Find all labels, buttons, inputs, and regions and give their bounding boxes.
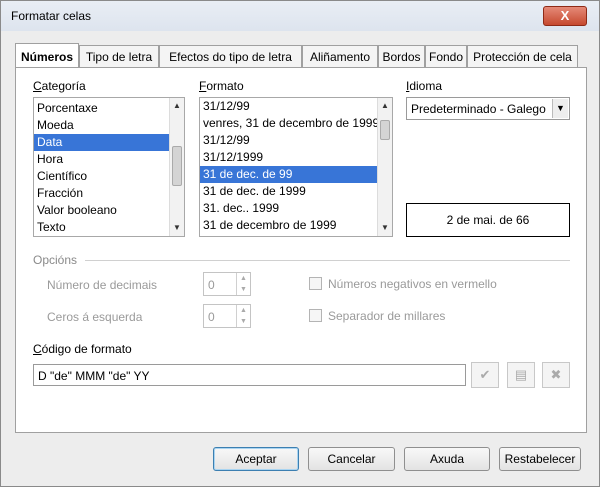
cancel-button[interactable]: Cancelar bbox=[308, 447, 395, 471]
delete-icon[interactable]: ✖ bbox=[542, 362, 570, 388]
help-button[interactable]: Axuda bbox=[404, 447, 490, 471]
decimais-stepper[interactable]: 0 ▲ ▼ bbox=[203, 272, 251, 296]
separador-checkbox[interactable] bbox=[309, 309, 322, 322]
formato-list-item[interactable]: 31. decembro 1999 bbox=[200, 234, 377, 236]
formato-scrollbar[interactable]: ▲ ▼ bbox=[377, 98, 392, 236]
categoria-list-item[interactable]: Fracción bbox=[34, 185, 169, 202]
idioma-dropdown[interactable]: Predeterminado - Galego ▼ bbox=[406, 97, 570, 120]
negativos-label: Números negativos en vermello bbox=[328, 277, 497, 291]
idioma-label: Idioma bbox=[406, 79, 443, 93]
scroll-down-icon[interactable]: ▼ bbox=[378, 221, 392, 235]
idioma-value: Predeterminado - Galego bbox=[411, 102, 546, 116]
formato-list[interactable]: 31/12/99 venres, 31 de decembro de 1999 31… bbox=[199, 97, 393, 237]
formato-list-item[interactable]: 31/12/1999 bbox=[200, 149, 377, 166]
formato-list-item[interactable]: 31/12/99 bbox=[200, 132, 377, 149]
chevron-down-icon[interactable]: ▼ bbox=[552, 99, 568, 118]
check-icon[interactable]: ✔ bbox=[471, 362, 499, 388]
section-divider bbox=[85, 260, 570, 261]
scroll-up-icon[interactable]: ▲ bbox=[378, 99, 392, 113]
categoria-list-item[interactable]: Hora bbox=[34, 151, 169, 168]
ceros-value: 0 bbox=[208, 310, 215, 324]
categoria-list-item[interactable]: Data bbox=[34, 134, 169, 151]
ceros-stepper[interactable]: 0 ▲ ▼ bbox=[203, 304, 251, 328]
categoria-list-item[interactable]: Moeda bbox=[34, 117, 169, 134]
tab-numeros[interactable]: Números bbox=[15, 43, 79, 68]
decrement-icon[interactable]: ▼ bbox=[237, 316, 250, 327]
window-title: Formatar celas bbox=[11, 9, 92, 23]
decimais-label: Número de decimais bbox=[47, 278, 158, 292]
tab-efectos[interactable]: Efectos do tipo de letra bbox=[159, 45, 302, 68]
tab-proteccion[interactable]: Protección de cela bbox=[467, 45, 578, 68]
decrement-icon[interactable]: ▼ bbox=[237, 284, 250, 295]
categoria-scrollbar[interactable]: ▲ ▼ bbox=[169, 98, 184, 236]
codigo-label: Código de formato bbox=[33, 342, 132, 356]
opcions-section-label: Opcións bbox=[33, 253, 78, 267]
formato-list-item[interactable]: 31 de dec. de 1999 bbox=[200, 183, 377, 200]
formato-list-item[interactable]: venres, 31 de decembro de 1999 bbox=[200, 115, 379, 132]
format-code-value: D "de" MMM "de" YY bbox=[38, 369, 150, 383]
formato-list-item[interactable]: 31 de decembro de 1999 bbox=[200, 217, 377, 234]
decimais-value: 0 bbox=[208, 278, 215, 292]
formato-list-item[interactable]: 31. dec.. 1999 bbox=[200, 200, 377, 217]
close-button[interactable]: X bbox=[543, 6, 587, 26]
tab-fondo[interactable]: Fondo bbox=[425, 45, 467, 68]
tab-alinamento[interactable]: Aliñamento bbox=[302, 45, 378, 68]
negativos-checkbox[interactable] bbox=[309, 277, 322, 290]
comment-icon[interactable]: ▤ bbox=[507, 362, 535, 388]
separador-label: Separador de millares bbox=[328, 309, 446, 323]
tab-bordos[interactable]: Bordos bbox=[378, 45, 425, 68]
scroll-down-icon[interactable]: ▼ bbox=[170, 221, 184, 235]
scroll-thumb[interactable] bbox=[172, 146, 182, 186]
ok-button[interactable]: Aceptar bbox=[213, 447, 299, 471]
format-code-input[interactable]: D "de" MMM "de" YY bbox=[33, 364, 466, 386]
format-preview: 2 de mai. de 66 bbox=[406, 203, 570, 237]
ceros-label: Ceros á esquerda bbox=[47, 310, 143, 324]
categoria-label: Categoría bbox=[33, 79, 86, 93]
increment-icon[interactable]: ▲ bbox=[237, 305, 250, 316]
categoria-list-item[interactable]: Valor booleano bbox=[34, 202, 169, 219]
categoria-list-item[interactable]: Texto bbox=[34, 219, 169, 236]
formato-list-item[interactable]: 31 de dec. de 99 bbox=[200, 166, 377, 183]
scroll-thumb[interactable] bbox=[380, 120, 390, 140]
reset-button[interactable]: Restabelecer bbox=[499, 447, 581, 471]
title-bar: Formatar celas X bbox=[1, 1, 599, 31]
categoria-list-item[interactable]: Porcentaxe bbox=[34, 100, 169, 117]
formato-label: Formato bbox=[199, 79, 244, 93]
categoria-list[interactable]: Porcentaxe Moeda Data Hora Científico Fracció… bbox=[33, 97, 185, 237]
formato-list-item[interactable]: 31/12/99 bbox=[200, 98, 377, 115]
increment-icon[interactable]: ▲ bbox=[237, 273, 250, 284]
categoria-list-item[interactable]: Científico bbox=[34, 168, 169, 185]
dialog-window: Formatar celas X Números Tipo de letra E… bbox=[0, 0, 600, 487]
tab-tipo-de-letra[interactable]: Tipo de letra bbox=[79, 45, 159, 68]
scroll-up-icon[interactable]: ▲ bbox=[170, 99, 184, 113]
